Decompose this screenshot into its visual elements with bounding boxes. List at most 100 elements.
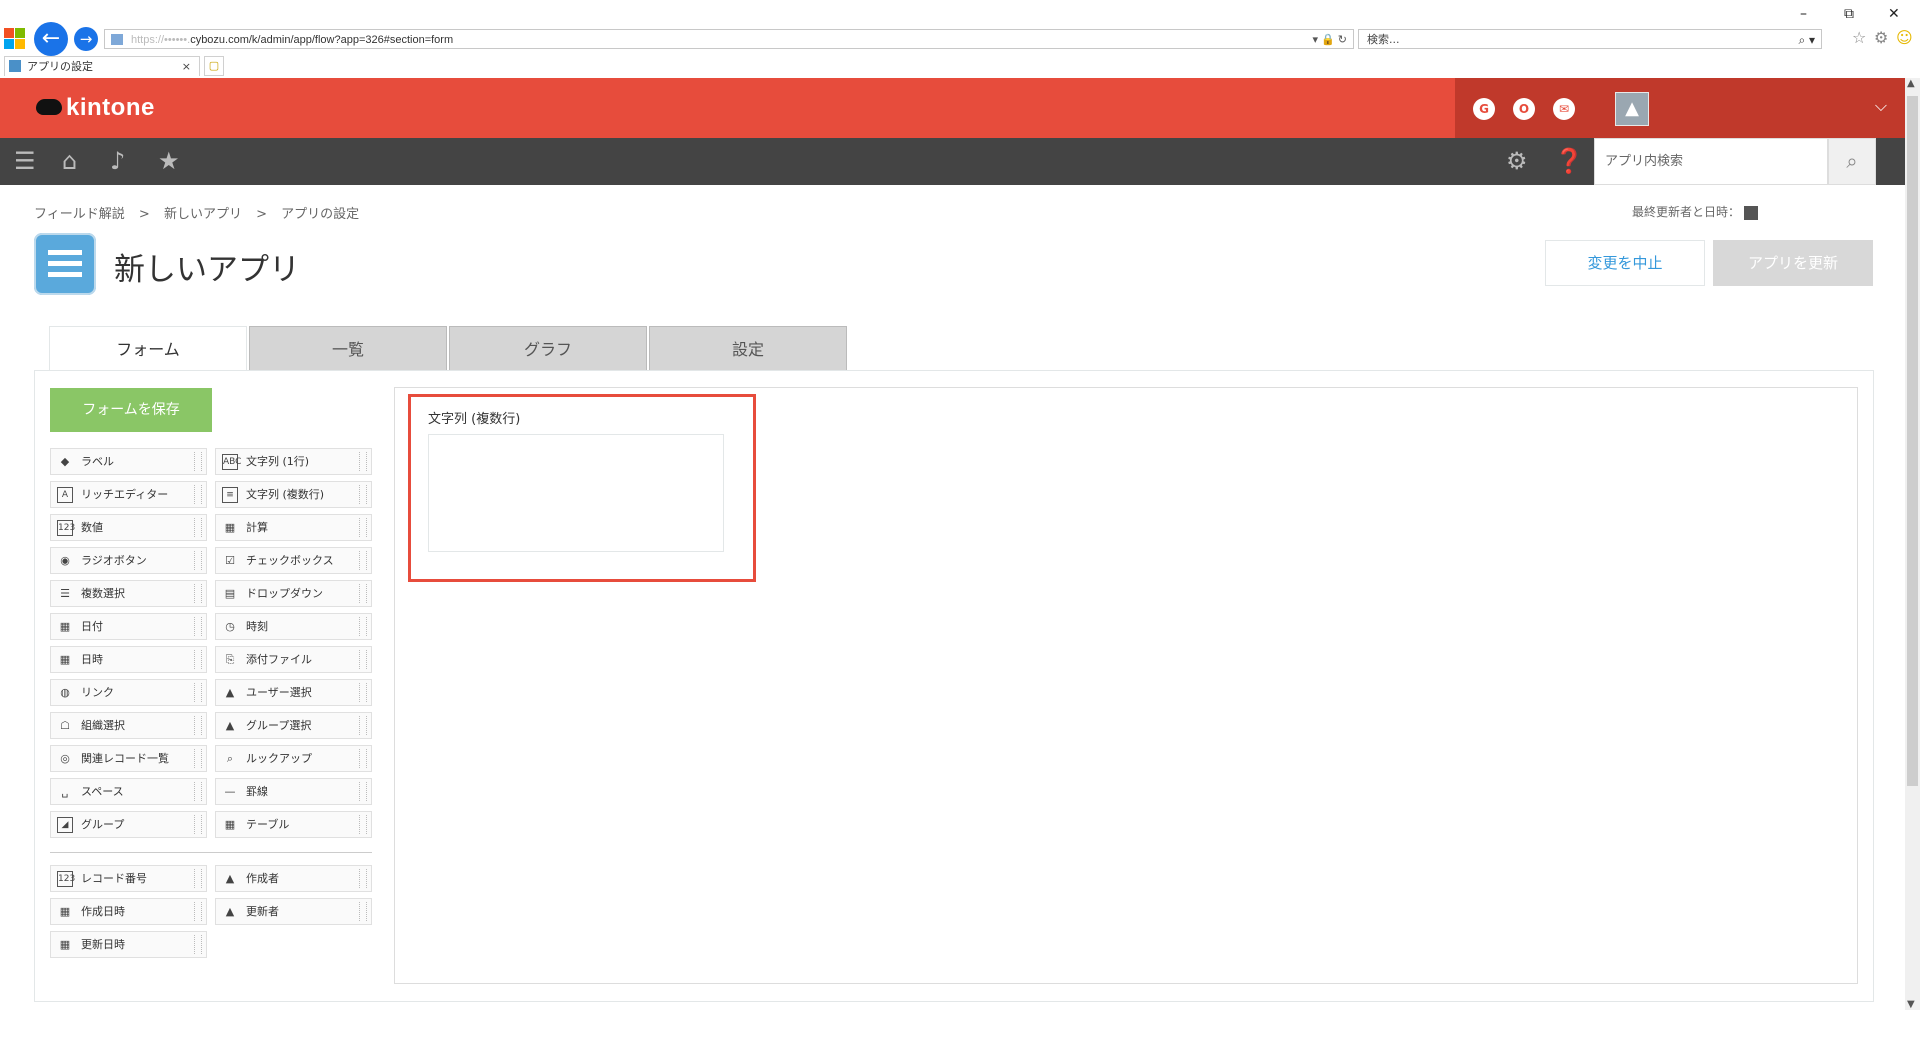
palette-field-space[interactable]: ␣ スペース: [50, 778, 207, 805]
palette-field-group[interactable]: ◢ グループ: [50, 811, 207, 838]
save-form-button[interactable]: フォームを保存: [50, 388, 212, 432]
drag-handle[interactable]: [359, 584, 367, 603]
help-icon[interactable]: ❓: [1554, 148, 1584, 174]
gear-icon[interactable]: ⚙: [1506, 148, 1528, 174]
drag-handle[interactable]: [194, 869, 202, 888]
tab-list[interactable]: 一覧: [249, 326, 447, 371]
palette-field-rich-editor[interactable]: A リッチエディター: [50, 481, 207, 508]
palette-field-link[interactable]: ◍ リンク: [50, 679, 207, 706]
palette-field-creator[interactable]: ▲ 作成者: [215, 865, 372, 892]
scroll-down-icon[interactable]: ▼: [1907, 999, 1915, 1010]
settings-gear-icon[interactable]: ⚙: [1874, 28, 1888, 47]
drag-handle[interactable]: [194, 551, 202, 570]
drag-handle[interactable]: [359, 518, 367, 537]
drag-handle[interactable]: [194, 815, 202, 834]
palette-field-number[interactable]: 123 数値: [50, 514, 207, 541]
drag-handle[interactable]: [194, 617, 202, 636]
drag-handle[interactable]: [359, 485, 367, 504]
palette-field-related-records[interactable]: ◎ 関連レコード一覧: [50, 745, 207, 772]
drag-handle[interactable]: [194, 749, 202, 768]
drag-handle[interactable]: [359, 683, 367, 702]
menu-icon[interactable]: ☰: [14, 148, 36, 174]
palette-field-time[interactable]: ◷ 時刻: [215, 613, 372, 640]
mail-icon[interactable]: ✉: [1553, 98, 1575, 120]
scroll-up-icon[interactable]: ▲: [1907, 78, 1915, 89]
palette-field-table[interactable]: ▦ テーブル: [215, 811, 372, 838]
drag-handle[interactable]: [194, 935, 202, 954]
scrollbar-thumb[interactable]: [1907, 96, 1918, 786]
office-icon[interactable]: O: [1513, 98, 1535, 120]
drag-handle[interactable]: [194, 518, 202, 537]
drag-handle[interactable]: [194, 716, 202, 735]
palette-field-border[interactable]: — 罫線: [215, 778, 372, 805]
home-icon[interactable]: ⌂: [62, 148, 77, 174]
tab-settings[interactable]: 設定: [649, 326, 847, 371]
smiley-feedback-icon[interactable]: ☺: [1896, 28, 1913, 47]
palette-field-dropdown[interactable]: ▤ ドロップダウン: [215, 580, 372, 607]
new-tab-button[interactable]: ▢: [204, 56, 224, 76]
garoon-icon[interactable]: G: [1473, 98, 1495, 120]
drag-handle[interactable]: [194, 902, 202, 921]
palette-field-lookup[interactable]: ⌕ ルックアップ: [215, 745, 372, 772]
user-avatar-icon[interactable]: ▲: [1615, 92, 1649, 126]
browser-forward-button[interactable]: →: [74, 27, 98, 51]
bell-icon[interactable]: ♪: [110, 148, 125, 174]
browser-back-button[interactable]: ←: [34, 22, 68, 56]
palette-field-multi-line-text[interactable]: ≡ 文字列 (複数行): [215, 481, 372, 508]
palette-field-checkbox[interactable]: ☑ チェックボックス: [215, 547, 372, 574]
canvas-multiline-textarea[interactable]: [428, 434, 724, 552]
palette-field-label[interactable]: ◆ ラベル: [50, 448, 207, 475]
update-app-button[interactable]: アプリを更新: [1713, 240, 1873, 286]
palette-field-created-datetime[interactable]: ▦ 作成日時: [50, 898, 207, 925]
drag-handle[interactable]: [359, 452, 367, 471]
palette-field-modifier[interactable]: ▲ 更新者: [215, 898, 372, 925]
palette-field-group-select[interactable]: ▲ グループ選択: [215, 712, 372, 739]
palette-field-record-number[interactable]: 123 レコード番号: [50, 865, 207, 892]
drag-handle[interactable]: [359, 782, 367, 801]
breadcrumb-item-app[interactable]: 新しいアプリ: [164, 207, 242, 222]
browser-search-input[interactable]: 検索... ⌕ ▾: [1358, 29, 1822, 49]
palette-field-updated-datetime[interactable]: ▦ 更新日時: [50, 931, 207, 958]
palette-field-single-line-text[interactable]: ABC 文字列 (1行): [215, 448, 372, 475]
drag-handle[interactable]: [194, 683, 202, 702]
palette-field-radio-button[interactable]: ◉ ラジオボタン: [50, 547, 207, 574]
breadcrumb-item-space[interactable]: フィールド解説: [34, 207, 125, 222]
tab-graph[interactable]: グラフ: [449, 326, 647, 371]
palette-field-user-select[interactable]: ▲ ユーザー選択: [215, 679, 372, 706]
drag-handle[interactable]: [194, 782, 202, 801]
drag-handle[interactable]: [194, 452, 202, 471]
kintone-logo[interactable]: kintone: [36, 94, 155, 122]
tab-form[interactable]: フォーム: [49, 326, 247, 372]
drag-handle[interactable]: [359, 749, 367, 768]
drag-handle[interactable]: [359, 902, 367, 921]
palette-field-calc[interactable]: ▦ 計算: [215, 514, 372, 541]
browser-tab[interactable]: アプリの設定 ×: [4, 56, 200, 76]
search-icon[interactable]: ⌕ ▾: [1798, 30, 1815, 50]
cancel-changes-button[interactable]: 変更を中止: [1545, 240, 1705, 286]
address-bar[interactable]: https://••••••.cybozu.com/k/admin/app/fl…: [104, 29, 1354, 49]
user-icon[interactable]: [1744, 205, 1759, 220]
address-tools[interactable]: ▾ 🔒 ↻: [1312, 30, 1347, 50]
app-search-button[interactable]: ⌕: [1828, 138, 1876, 185]
drag-handle[interactable]: [194, 584, 202, 603]
drag-handle[interactable]: [194, 485, 202, 504]
drag-handle[interactable]: [194, 650, 202, 669]
favorites-star-icon[interactable]: ☆: [1852, 28, 1866, 47]
drag-handle[interactable]: [359, 815, 367, 834]
palette-field-attachment[interactable]: ⎘ 添付ファイル: [215, 646, 372, 673]
tab-close-icon[interactable]: ×: [182, 57, 191, 77]
drag-handle[interactable]: [359, 617, 367, 636]
user-menu[interactable]: ▲ ⌵: [1595, 78, 1905, 138]
drag-handle[interactable]: [359, 650, 367, 669]
drag-handle[interactable]: [359, 869, 367, 888]
window-minimize-button[interactable]: –: [1800, 6, 1807, 22]
palette-field-org-select[interactable]: ☖ 組織選択: [50, 712, 207, 739]
window-close-button[interactable]: ✕: [1888, 6, 1900, 22]
drag-handle[interactable]: [359, 551, 367, 570]
chevron-down-icon[interactable]: ⌵: [1875, 96, 1887, 116]
palette-field-date[interactable]: ▦ 日付: [50, 613, 207, 640]
palette-field-multi-select[interactable]: ☰ 複数選択: [50, 580, 207, 607]
drag-handle[interactable]: [359, 716, 367, 735]
app-search-input[interactable]: アプリ内検索: [1594, 138, 1828, 185]
page-scrollbar[interactable]: ▲ ▼: [1905, 78, 1920, 1010]
